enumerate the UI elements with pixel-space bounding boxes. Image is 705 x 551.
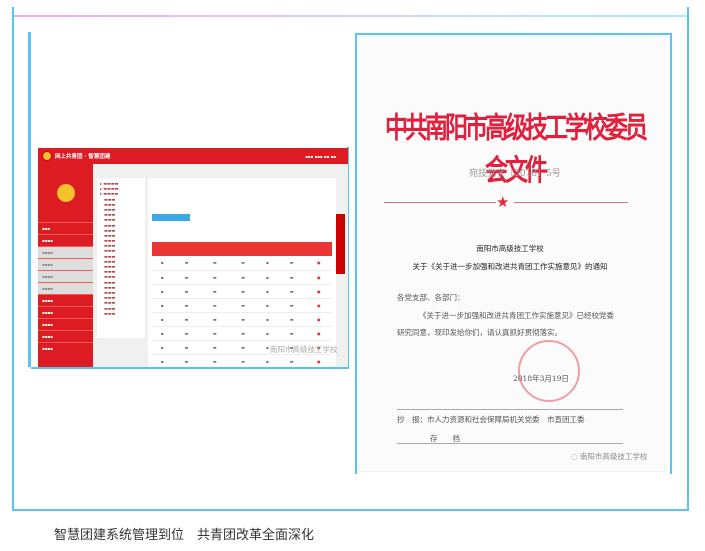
salutation: 各党支部、各部门： xyxy=(397,293,465,302)
rule-cc-bottom xyxy=(397,443,623,444)
frame-top-line xyxy=(12,15,689,17)
body-line-2: 研究同意，现印发给你们，请认真抓好贯彻落实。 xyxy=(397,328,562,337)
rule-cc-top xyxy=(397,409,623,410)
float-panel xyxy=(336,214,345,274)
league-logo-icon xyxy=(42,151,52,161)
blue-button xyxy=(152,214,190,221)
system-screenshot-image: 网上共青团 · 智慧团建 ▪▪▪ ▪▪▪ ▪▪ ▪▪ ▪▪▪ ▪▪▪▪ ▪▪▪▪ ▪… xyxy=(38,148,348,367)
cc-label: 抄 报： xyxy=(397,415,427,424)
document-number: 宛技党字〔2018〕5号 xyxy=(469,169,561,179)
cc-recipients: 市人力资源和社会保障局机关党委 市直团工委 xyxy=(427,415,585,424)
app-title: 网上共青团 · 智慧团建 xyxy=(55,154,111,160)
document-watermark-text: 南阳市高级技工学校 xyxy=(579,452,648,461)
league-emblem-icon xyxy=(56,184,75,202)
body-line-1: 《关于进一步加强和改进共青团工作实施意见》已经校党委 xyxy=(419,311,614,320)
document-watermark: ◌ 南阳市高级技工学校 xyxy=(571,452,648,461)
org-tree: ▸ ▬▬▬▬ ▸ ▬▬▬▬ ▸ ▬▬▬▬ ▬▬▬ ▬▬▬ ▬▬▬ ▬▬▬ ▬▬▬ ▬… xyxy=(97,178,145,338)
document-subject: 关于《关于进一步加强和改进共青团工作实施意见》的通知 xyxy=(412,262,608,271)
frame-bottom-line xyxy=(12,509,689,511)
app-header: 网上共青团 · 智慧团建 ▪▪▪ ▪▪▪ ▪▪ ▪▪ xyxy=(38,148,348,164)
red-rule-left xyxy=(384,202,496,203)
frame-left-line xyxy=(12,7,14,511)
red-rule-right xyxy=(514,202,628,203)
document-date: 2018年3月19日 xyxy=(513,374,569,383)
frame-right-line xyxy=(687,7,689,511)
header-links: ▪▪▪ ▪▪▪ ▪▪ ▪▪ xyxy=(305,153,336,159)
image-caption: 智慧团建系统管理到位 共青团改革全面深化 xyxy=(54,528,315,543)
party-seal-icon xyxy=(518,340,580,402)
main-panel: ▪ ▬ ▬ ▬ ▪ ▬ ● ▪ ▬ ▬ ▬ ▪ ▬ ● ▪ ▬ ▬ ▬ ▪ ▬ ● ▪ ▬ ▬ ▬ ▪ ▬ ● ▪ ▬ ▬ ▬ ▪ ▬ ● … xyxy=(148,178,336,367)
sidebar: ▪▪▪ ▪▪▪▪ ▪▪▪▪ ▪▪▪▪ ▪▪▪▪ ▪▪▪▪ ▪▪▪▪ ▪▪▪▪ ▪▪▪▪ ▪▪▪… xyxy=(38,164,93,367)
document-school: 南阳市高级技工学校 xyxy=(476,244,544,253)
star-icon: ★ xyxy=(496,193,510,211)
screenshot-watermark: 南阳市高级技工学校 xyxy=(270,345,338,354)
